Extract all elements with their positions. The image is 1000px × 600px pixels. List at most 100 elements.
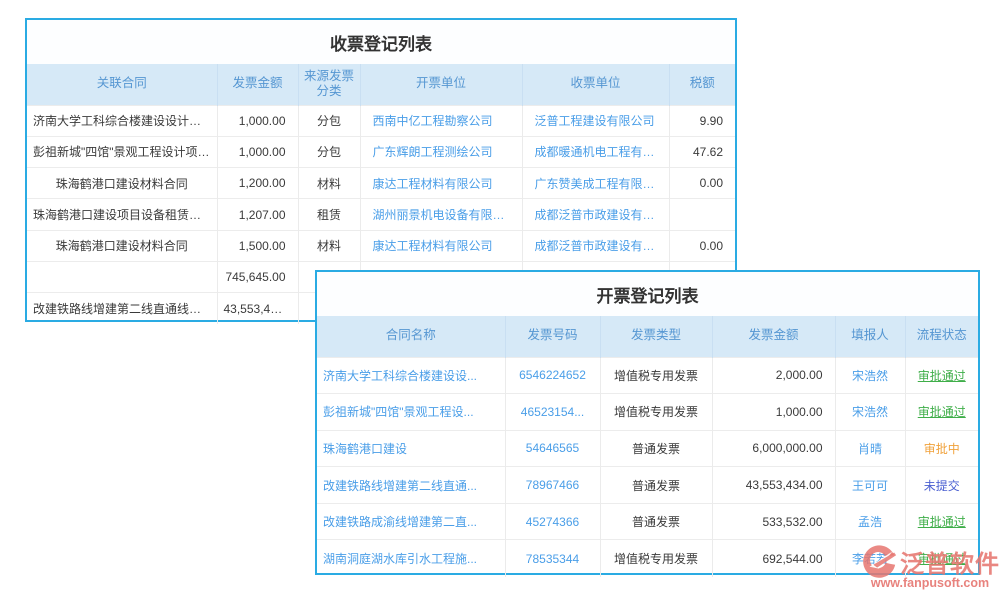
- table-row: 改建铁路成渝线增建第二直... 45274366 普通发票 533,532.00…: [317, 503, 978, 540]
- table-row: 彭祖新城"四馆"景观工程设计项目... 1,000.00 分包 广东辉朗工程测绘…: [27, 136, 735, 167]
- amount-cell: 1,200.00: [217, 168, 298, 199]
- category-cell: 材料: [298, 230, 360, 261]
- amount-cell: 2,000.00: [712, 357, 835, 394]
- col-header-invoice-type: 发票类型: [600, 316, 712, 357]
- col-header-source-invoice-category: 来源发票分类: [298, 64, 360, 105]
- invoice-number-link[interactable]: 46523154...: [505, 394, 600, 431]
- invoice-type-cell: 增值税专用发票: [600, 357, 712, 394]
- col-header-process-status: 流程状态: [905, 316, 978, 357]
- invoicer-link[interactable]: 西南中亿工程勘察公司: [360, 105, 522, 136]
- filler-link[interactable]: 孟浩: [835, 503, 905, 540]
- contract-cell: 珠海鹤港口建设项目设备租赁合同: [27, 199, 217, 230]
- invoicer-link[interactable]: 康达工程材料有限公司: [360, 168, 522, 199]
- status-badge[interactable]: 审批通过: [918, 369, 966, 383]
- contract-cell: 珠海鹤港口建设材料合同: [27, 230, 217, 261]
- invoice-type-cell: 普通发票: [600, 467, 712, 504]
- contract-cell: 济南大学工科综合楼建设设计项目...: [27, 105, 217, 136]
- amount-cell: 533,532.00: [712, 503, 835, 540]
- contract-cell: 改建铁路线增建第二线直通线（成...: [27, 293, 217, 324]
- table-row: 湖南洞庭湖水库引水工程施... 78535344 增值税专用发票 692,544…: [317, 540, 978, 577]
- amount-cell: 43,553,43...: [217, 293, 298, 324]
- status-badge[interactable]: 审批中: [924, 442, 960, 456]
- table-row: 改建铁路线增建第二线直通... 78967466 普通发票 43,553,434…: [317, 467, 978, 504]
- filler-link[interactable]: 肖晴: [835, 430, 905, 467]
- contract-cell: [27, 261, 217, 292]
- tax-cell: [669, 199, 735, 230]
- col-header-tax-amount: 税额: [669, 64, 735, 105]
- table-row: 济南大学工科综合楼建设设... 6546224652 增值税专用发票 2,000…: [317, 357, 978, 394]
- table-row: 珠海鹤港口建设项目设备租赁合同 1,207.00 租赁 湖州丽景机电设备有限公司…: [27, 199, 735, 230]
- col-header-invoice-amount: 发票金额: [712, 316, 835, 357]
- receipt-header-row: 关联合同 发票金额 来源发票分类 开票单位 收票单位 税额: [27, 64, 735, 105]
- col-header-contract-name: 合同名称: [317, 316, 505, 357]
- table-row: 彭祖新城"四馆"景观工程设... 46523154... 增值税专用发票 1,0…: [317, 394, 978, 431]
- invoice-type-cell: 普通发票: [600, 503, 712, 540]
- contract-link[interactable]: 彭祖新城"四馆"景观工程设...: [317, 394, 505, 431]
- amount-cell: 1,500.00: [217, 230, 298, 261]
- contract-cell: 彭祖新城"四馆"景观工程设计项目...: [27, 136, 217, 167]
- contract-link[interactable]: 珠海鹤港口建设: [317, 430, 505, 467]
- receiver-link[interactable]: 成都泛普市政建设有限公司: [522, 199, 669, 230]
- invoice-number-link[interactable]: 45274366: [505, 503, 600, 540]
- amount-cell: 1,000.00: [217, 105, 298, 136]
- filler-link[interactable]: 宋浩然: [835, 394, 905, 431]
- col-header-receiving-unit: 收票单位: [522, 64, 669, 105]
- category-cell: 材料: [298, 168, 360, 199]
- table-row: 济南大学工科综合楼建设设计项目... 1,000.00 分包 西南中亿工程勘察公…: [27, 105, 735, 136]
- invoice-type-cell: 增值税专用发票: [600, 540, 712, 577]
- col-header-invoice-number: 发票号码: [505, 316, 600, 357]
- filler-link[interactable]: 李若若: [835, 540, 905, 577]
- amount-cell: 692,544.00: [712, 540, 835, 577]
- receiver-link[interactable]: 成都暖通机电工程有限公司: [522, 136, 669, 167]
- table-row: 珠海鹤港口建设 54646565 普通发票 6,000,000.00 肖晴 审批…: [317, 430, 978, 467]
- invoice-number-link[interactable]: 54646565: [505, 430, 600, 467]
- tax-cell: 0.00: [669, 168, 735, 199]
- col-header-invoicing-unit: 开票单位: [360, 64, 522, 105]
- contract-link[interactable]: 改建铁路线增建第二线直通...: [317, 467, 505, 504]
- invoicer-link[interactable]: 广东辉朗工程测绘公司: [360, 136, 522, 167]
- col-header-invoice-amount: 发票金额: [217, 64, 298, 105]
- category-cell: 租赁: [298, 199, 360, 230]
- table-row: 珠海鹤港口建设材料合同 1,500.00 材料 康达工程材料有限公司 成都泛普市…: [27, 230, 735, 261]
- invoice-table-title: 开票登记列表: [317, 272, 978, 316]
- invoice-number-link[interactable]: 6546224652: [505, 357, 600, 394]
- contract-cell: 珠海鹤港口建设材料合同: [27, 168, 217, 199]
- invoicer-link[interactable]: 康达工程材料有限公司: [360, 230, 522, 261]
- amount-cell: 43,553,434.00: [712, 467, 835, 504]
- amount-cell: 1,000.00: [217, 136, 298, 167]
- contract-link[interactable]: 济南大学工科综合楼建设设...: [317, 357, 505, 394]
- amount-cell: 1,207.00: [217, 199, 298, 230]
- amount-cell: 1,000.00: [712, 394, 835, 431]
- amount-cell: 745,645.00: [217, 261, 298, 292]
- col-header-filler: 填报人: [835, 316, 905, 357]
- status-badge[interactable]: 审批通过: [918, 552, 966, 566]
- receiver-link[interactable]: 泛普工程建设有限公司: [522, 105, 669, 136]
- contract-link[interactable]: 湖南洞庭湖水库引水工程施...: [317, 540, 505, 577]
- tax-cell: 9.90: [669, 105, 735, 136]
- table-row: 珠海鹤港口建设材料合同 1,200.00 材料 康达工程材料有限公司 广东赞美成…: [27, 168, 735, 199]
- status-badge[interactable]: 审批通过: [918, 405, 966, 419]
- col-header-related-contract: 关联合同: [27, 64, 217, 105]
- tax-cell: 47.62: [669, 136, 735, 167]
- amount-cell: 6,000,000.00: [712, 430, 835, 467]
- tax-cell: 0.00: [669, 230, 735, 261]
- invoice-register-panel: 开票登记列表 合同名称 发票号码 发票类型 发票金额 填报人 流程状态 济南大学…: [315, 270, 980, 575]
- receipt-table-title: 收票登记列表: [27, 20, 735, 64]
- filler-link[interactable]: 王可可: [835, 467, 905, 504]
- status-badge[interactable]: 审批通过: [918, 515, 966, 529]
- receiver-link[interactable]: 广东赞美成工程有限公司: [522, 168, 669, 199]
- filler-link[interactable]: 宋浩然: [835, 357, 905, 394]
- status-badge[interactable]: 未提交: [924, 479, 960, 493]
- contract-link[interactable]: 改建铁路成渝线增建第二直...: [317, 503, 505, 540]
- invoice-number-link[interactable]: 78535344: [505, 540, 600, 577]
- invoice-type-cell: 增值税专用发票: [600, 394, 712, 431]
- invoice-number-link[interactable]: 78967466: [505, 467, 600, 504]
- invoice-type-cell: 普通发票: [600, 430, 712, 467]
- category-cell: 分包: [298, 105, 360, 136]
- invoicer-link[interactable]: 湖州丽景机电设备有限公司: [360, 199, 522, 230]
- invoice-table: 合同名称 发票号码 发票类型 发票金额 填报人 流程状态 济南大学工科综合楼建设…: [317, 316, 978, 577]
- watermark-url-text: www.fanpusoft.com: [860, 576, 1000, 590]
- receiver-link[interactable]: 成都泛普市政建设有限公司: [522, 230, 669, 261]
- invoice-header-row: 合同名称 发票号码 发票类型 发票金额 填报人 流程状态: [317, 316, 978, 357]
- category-cell: 分包: [298, 136, 360, 167]
